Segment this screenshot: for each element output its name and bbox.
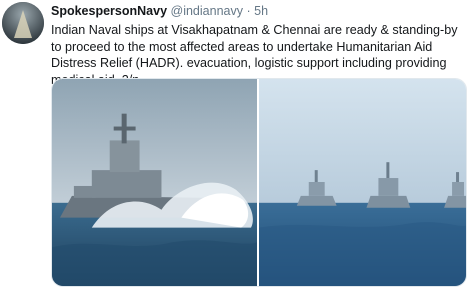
photo-ships-fleet[interactable]	[259, 79, 466, 286]
ships-fleet-image	[259, 79, 466, 286]
timestamp[interactable]: 5h	[254, 4, 268, 18]
ship-waves-image	[52, 79, 257, 286]
avatar-image	[2, 2, 44, 44]
photo-ship-waves[interactable]	[52, 79, 257, 286]
tweet-header: SpokespersonNavy @indiannavy · 5h	[51, 4, 268, 18]
display-name[interactable]: SpokespersonNavy	[51, 4, 167, 18]
separator: ·	[246, 4, 251, 18]
media-grid	[51, 78, 467, 287]
handle[interactable]: @indiannavy	[171, 4, 243, 18]
avatar[interactable]	[2, 2, 44, 44]
